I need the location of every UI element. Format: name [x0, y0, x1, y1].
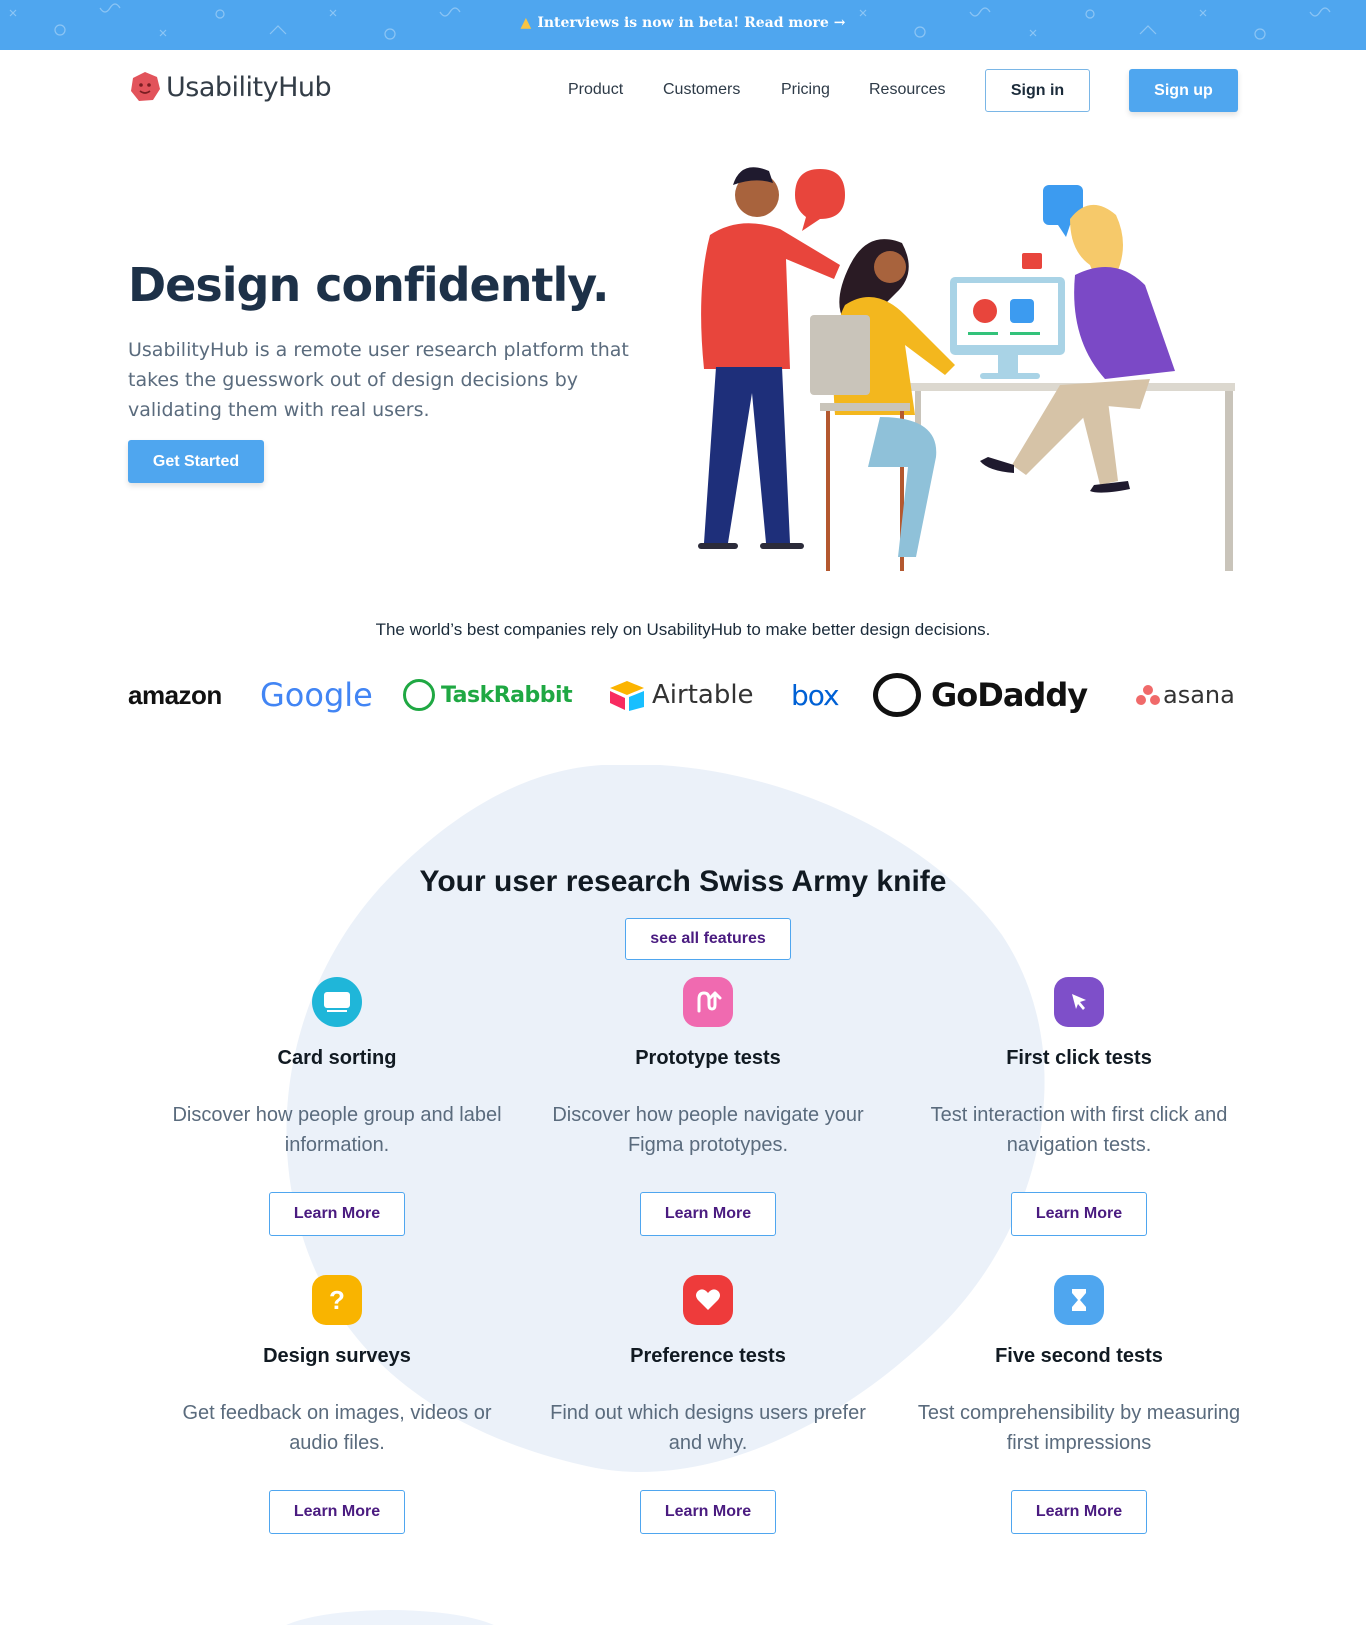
question-icon: ? [312, 1275, 362, 1325]
card-description: Find out which designs users prefer and … [550, 1402, 866, 1454]
hero-title: Design confidently. [128, 258, 609, 312]
nav-product[interactable]: Product [568, 81, 623, 99]
learn-more-button[interactable]: Learn More [1011, 1192, 1147, 1236]
rabbit-icon [403, 679, 435, 711]
learn-more-button[interactable]: Learn More [640, 1192, 776, 1236]
godaddy-logo: GoDaddy [873, 665, 1088, 725]
announcement-banner[interactable]: ▲ Interviews is now in beta! Read more → [0, 0, 1366, 50]
card-description: Discover how people navigate your Figma … [552, 1104, 864, 1156]
trust-statement: The world’s best companies rely on Usabi… [375, 620, 991, 639]
customer-logos: amazon Google TaskRabbit Airtable box Go… [128, 665, 1238, 725]
banner-text-wrap: ▲ Interviews is now in beta! Read more → [0, 15, 1366, 31]
banner-text[interactable]: Interviews is now in beta! Read more → [537, 15, 845, 31]
airtable-logo: Airtable [608, 665, 754, 725]
taskrabbit-logo: TaskRabbit [403, 665, 573, 725]
top-nav: UsabilityHub Product Customers Pricing R… [0, 50, 1366, 130]
card-title: Prototype tests [635, 1047, 781, 1069]
card-stack-icon [312, 977, 362, 1027]
features-title: Your user research Swiss Army knife [419, 865, 947, 898]
megaphone-icon: ▲ [520, 15, 532, 31]
feature-card-card-sorting: Card sorting Discover how people group a… [167, 977, 507, 1236]
card-title: Preference tests [630, 1345, 786, 1367]
learn-more-button[interactable]: Learn More [1011, 1490, 1147, 1534]
learn-more-button[interactable]: Learn More [269, 1490, 405, 1534]
learn-more-button[interactable]: Learn More [640, 1490, 776, 1534]
card-description: Test comprehensibility by measuring firs… [917, 1402, 1241, 1454]
flow-arrow-icon [683, 977, 733, 1027]
nav-resources[interactable]: Resources [869, 81, 945, 99]
sign-in-button[interactable]: Sign in [985, 69, 1090, 112]
see-all-features-button[interactable]: see all features [625, 918, 791, 960]
sign-up-button[interactable]: Sign up [1129, 69, 1238, 112]
cursor-icon [1054, 977, 1104, 1027]
google-logo: Google [260, 676, 373, 714]
nav-customers[interactable]: Customers [663, 81, 740, 99]
card-title: Card sorting [277, 1047, 397, 1069]
heart-icon [683, 1275, 733, 1325]
asana-logo: asana [1136, 665, 1235, 725]
learn-more-button[interactable]: Learn More [269, 1192, 405, 1236]
logo-mark-icon [131, 72, 160, 101]
card-description: Test interaction with first click and na… [930, 1104, 1228, 1156]
hero-description: UsabilityHub is a remote user research p… [128, 339, 629, 421]
asana-mark-icon [1136, 685, 1160, 705]
hourglass-icon [1054, 1275, 1104, 1325]
logo[interactable]: UsabilityHub [128, 70, 332, 104]
box-logo: box [791, 678, 840, 712]
logo-text: UsabilityHub [166, 71, 332, 103]
card-title: Design surveys [263, 1345, 411, 1367]
card-title: First click tests [1006, 1047, 1152, 1069]
godaddy-mark-icon [873, 673, 921, 717]
amazon-logo: amazon [128, 679, 222, 710]
get-started-button[interactable]: Get Started [128, 440, 264, 483]
nav-pricing[interactable]: Pricing [781, 81, 830, 99]
card-description: Discover how people group and label info… [172, 1104, 502, 1156]
feature-card-first-click-tests: First click tests Test interaction with … [909, 977, 1249, 1236]
airtable-mark-icon [610, 681, 644, 711]
card-title: Five second tests [995, 1345, 1163, 1367]
feature-card-design-surveys: ? Design surveys Get feedback on images,… [167, 1275, 507, 1534]
feature-card-preference-tests: Preference tests Find out which designs … [538, 1275, 878, 1534]
hero-illustration [698, 167, 1235, 571]
feature-card-prototype-tests: Prototype tests Discover how people navi… [538, 977, 878, 1236]
feature-card-five-second-tests: Five second tests Test comprehensibility… [909, 1275, 1249, 1534]
next-section-blob [270, 1610, 510, 1625]
card-description: Get feedback on images, videos or audio … [182, 1402, 492, 1454]
